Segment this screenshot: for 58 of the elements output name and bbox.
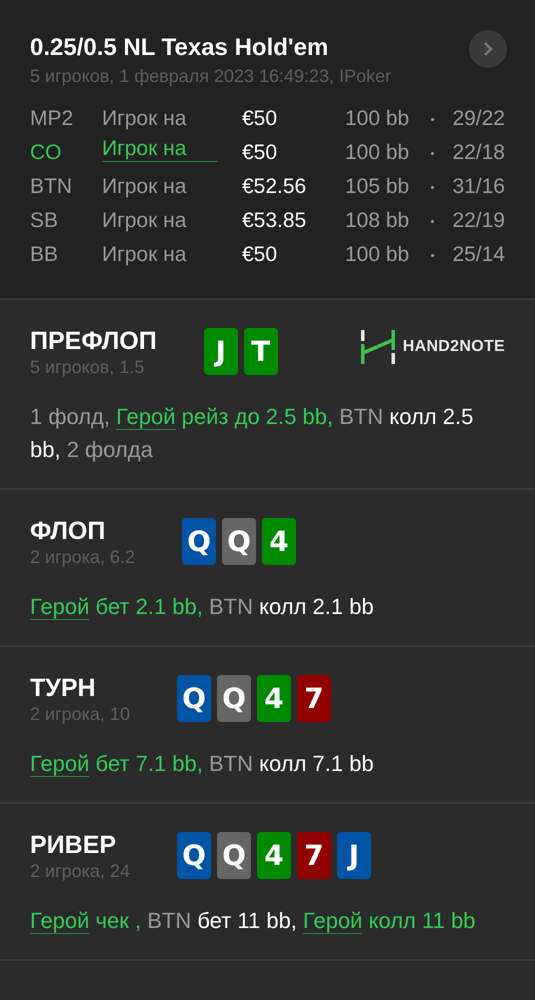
position-label: BB	[30, 243, 60, 267]
action-line: Герой чек , BTN бет 11 bb, Герой колл 11 bb	[30, 907, 476, 936]
playing-card: Q	[176, 675, 211, 722]
player-stats: 22/19	[452, 209, 505, 233]
position-label: CO	[30, 141, 62, 165]
playing-card: Q	[176, 832, 211, 879]
player-stats: 25/14	[452, 243, 505, 267]
position-label: BTN	[30, 175, 73, 199]
player-link[interactable]: Герой	[303, 908, 362, 934]
stack-bb: 100 bb	[345, 141, 410, 165]
position-label: SB	[30, 209, 60, 233]
action-line: Герой бет 7.1 bb, BTN колл 7.1 bb	[30, 750, 375, 779]
stack-amount: €53.85	[242, 209, 308, 233]
playing-card: Q	[216, 675, 251, 722]
player-name: Игрок на	[102, 243, 188, 267]
street-title: ТУРН	[30, 673, 97, 703]
player-name: Игрок на	[102, 209, 188, 233]
player-link[interactable]: Герой	[116, 404, 176, 430]
stack-bb: 105 bb	[345, 175, 410, 199]
playing-card: J	[336, 832, 371, 879]
playing-card: Q	[182, 518, 216, 565]
stack-amount: €50	[242, 243, 278, 267]
stack-bb: 108 bb	[345, 209, 410, 233]
stack-bb: 100 bb	[345, 107, 410, 131]
hand-title: 0.25/0.5 NL Texas Hold'em	[30, 33, 330, 63]
playing-card: T	[244, 328, 278, 375]
street-title: ПРЕФЛОП	[30, 326, 157, 356]
playing-card: 7	[296, 832, 331, 879]
logo-icon	[360, 330, 395, 364]
action-line: Герой бет 2.1 bb, BTN колл 2.1 bb	[30, 593, 375, 622]
playing-card: 4	[256, 832, 291, 879]
playing-card: J	[204, 328, 238, 375]
player-link[interactable]: Герой	[30, 908, 90, 934]
action-line: 1 фолд, Герой рейз до 2.5 bb, BTN колл 2.5 bb, 2 фолда	[30, 403, 474, 464]
player-name: Игрок на	[102, 175, 188, 199]
stack-bb: 100 bb	[345, 243, 410, 267]
stack-amount: €52.56	[242, 175, 308, 199]
position-label: MP2	[30, 107, 74, 131]
street-title: ФЛОП	[30, 516, 106, 546]
playing-card: 4	[262, 518, 296, 565]
playing-card: 4	[256, 675, 291, 722]
street-title: РИВЕР	[30, 830, 118, 860]
player-stats: 31/16	[452, 175, 505, 199]
next-button[interactable]	[469, 30, 507, 68]
playing-card: 7	[296, 675, 331, 722]
player-stats: 29/22	[452, 107, 505, 131]
player-name: Игрок на	[102, 107, 188, 131]
playing-card: Q	[222, 518, 256, 565]
stack-amount: €50	[242, 107, 278, 131]
player-stats: 22/18	[452, 141, 505, 165]
hand-info: 5 игроков, 1 февраля 2023 16:49:23, IPoker	[30, 65, 392, 88]
stack-amount: €50	[242, 141, 278, 165]
player-link[interactable]: Герой	[30, 594, 90, 620]
player-link[interactable]: Герой	[30, 751, 90, 777]
player-link[interactable]: Игрок на	[102, 136, 218, 162]
playing-card: Q	[216, 832, 251, 879]
chevron-right-icon	[483, 41, 493, 57]
logo-text: HAND2NOTE	[402, 338, 505, 356]
